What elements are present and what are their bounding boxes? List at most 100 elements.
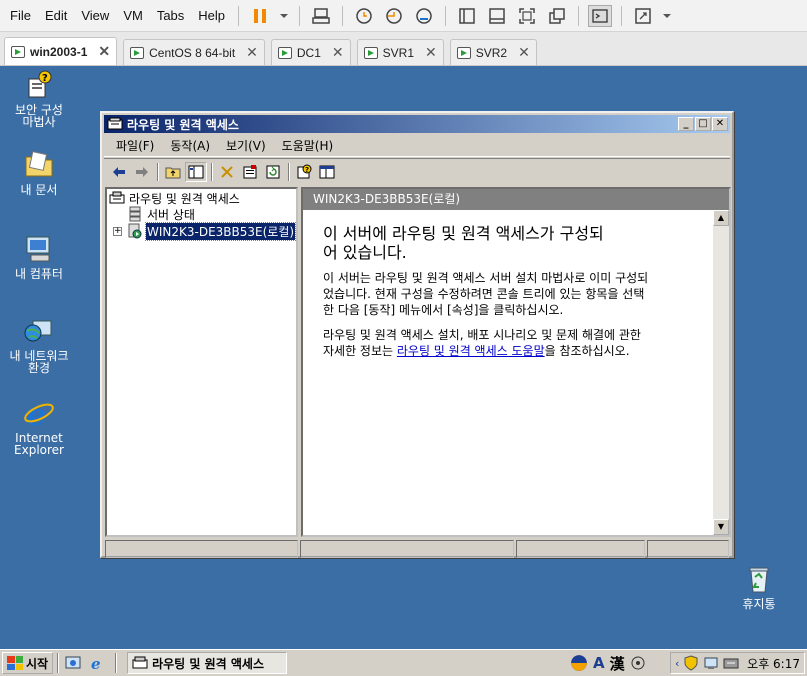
fullscreen-icon[interactable] xyxy=(515,5,539,27)
tab-centos-8[interactable]: CentOS 8 64-bit ✕ xyxy=(123,39,265,65)
expand-icon[interactable]: + xyxy=(113,226,122,236)
desktop-icon-my-computer[interactable]: 내 컴퓨터 xyxy=(0,233,78,280)
menu-tabs[interactable]: Tabs xyxy=(150,8,191,23)
tree-item-label: 라우팅 및 원격 액세스 xyxy=(129,191,240,206)
ime-hanja-indicator[interactable]: 漢 xyxy=(610,653,625,674)
menu-file[interactable]: File xyxy=(3,8,38,23)
ime-settings-icon[interactable] xyxy=(630,655,646,671)
desktop-icon-internet-explorer[interactable]: e Internet Explorer xyxy=(0,397,78,456)
terminal-icon[interactable] xyxy=(588,4,613,27)
toolbar-separator xyxy=(445,5,447,26)
snapshot-icon[interactable] xyxy=(352,5,376,27)
window-titlebar[interactable]: 라우팅 및 원격 액세스 _ □ ✕ xyxy=(104,115,730,133)
rras-app-icon xyxy=(109,191,125,204)
ime-mode-icon[interactable] xyxy=(570,654,588,672)
ime-alpha-indicator[interactable]: A xyxy=(593,654,605,672)
back-arrow-icon[interactable] xyxy=(108,162,130,182)
close-icon[interactable]: ✕ xyxy=(246,44,258,61)
snapshot-manager-icon[interactable] xyxy=(412,5,436,27)
clock[interactable]: 오후 6:17 xyxy=(747,655,800,672)
desktop-icon-label: 보안 구성 마법사 xyxy=(15,103,63,129)
up-folder-icon[interactable] xyxy=(162,162,184,182)
maximize-button[interactable]: □ xyxy=(695,117,711,131)
server-status-icon xyxy=(129,206,141,222)
desktop-icon-label: Internet Explorer xyxy=(14,431,64,457)
chevron-down-icon[interactable] xyxy=(661,5,673,27)
vm-running-icon xyxy=(456,46,471,59)
stretch-icon[interactable] xyxy=(631,5,655,27)
tree-item-rras-root[interactable]: 라우팅 및 원격 액세스 xyxy=(109,190,240,206)
menu-help[interactable]: 도움말(H) xyxy=(274,137,342,154)
tab-dc1[interactable]: DC1 ✕ xyxy=(270,39,351,65)
toolbar-separator xyxy=(621,5,623,26)
help-paragraph: 라우팅 및 원격 액세스 설치, 배포 시나리오 및 문제 해결에 관한 자세한… xyxy=(323,327,703,359)
taskbar-separator xyxy=(115,653,118,673)
info-paragraph: 이 서버는 라우팅 및 원격 액세스 서버 설치 마법사로 이미 구성되 었습니… xyxy=(323,270,703,318)
tab-label: DC1 xyxy=(296,45,321,60)
toolbar-separator xyxy=(578,5,580,26)
tree-item-label: WIN2K3-DE3BB53E(로컬) xyxy=(144,221,297,241)
desktop-icon-recycle-bin[interactable]: 휴지통 xyxy=(720,563,798,610)
close-icon[interactable]: ✕ xyxy=(332,44,344,61)
chevron-down-icon[interactable] xyxy=(278,5,290,27)
sidebar-toggle-icon[interactable] xyxy=(455,5,479,27)
status-panel xyxy=(300,540,514,558)
menu-help[interactable]: Help xyxy=(191,8,232,23)
close-icon[interactable]: ✕ xyxy=(425,44,437,61)
menu-view[interactable]: 보기(V) xyxy=(218,137,274,154)
menu-vm[interactable]: VM xyxy=(116,8,150,23)
tree-item-server-status[interactable]: 서버 상태 xyxy=(127,206,195,222)
computer-icon xyxy=(23,233,55,265)
desktop-icon-my-documents[interactable]: 내 문서 xyxy=(0,149,78,196)
internet-explorer-icon[interactable]: e xyxy=(87,653,107,673)
refresh-icon[interactable] xyxy=(262,162,284,182)
forward-arrow-icon[interactable] xyxy=(131,162,153,182)
taskbar-item-rras[interactable]: 라우팅 및 원격 액세스 xyxy=(127,652,288,674)
rras-help-link[interactable]: 라우팅 및 원격 액세스 도움말 xyxy=(397,344,545,358)
show-hide-tree-icon[interactable] xyxy=(185,161,207,182)
tab-label: SVR1 xyxy=(382,45,414,60)
status-bar xyxy=(105,540,729,558)
desktop-icon-network[interactable]: 내 네트워크 환경 xyxy=(0,315,78,374)
svg-text:e: e xyxy=(91,655,101,671)
minimize-button[interactable]: _ xyxy=(678,117,694,131)
close-icon[interactable]: ✕ xyxy=(98,43,110,60)
vmware-tools-icon[interactable] xyxy=(723,655,739,671)
tray-chevron-icon[interactable]: ‹ xyxy=(675,657,679,670)
pause-icon[interactable] xyxy=(248,5,272,27)
tab-svr1[interactable]: SVR1 ✕ xyxy=(356,39,444,65)
network-tray-icon[interactable] xyxy=(703,655,719,671)
vm-running-icon xyxy=(130,46,145,59)
system-tray: ‹ 오후 6:17 xyxy=(670,652,805,674)
properties-icon[interactable] xyxy=(239,162,261,182)
close-button[interactable]: ✕ xyxy=(712,117,728,131)
security-shield-icon[interactable] xyxy=(683,655,699,671)
tree-item-server[interactable]: + WIN2K3-DE3BB53E(로컬) xyxy=(113,221,297,241)
desktop-icon-security-wizard[interactable]: ? 보안 구성 마법사 xyxy=(0,69,78,128)
guest-desktop: ? 보안 구성 마법사 내 문서 내 컴퓨터 내 네트워크 환경 e Inter… xyxy=(0,67,807,649)
language-bar: A 漢 xyxy=(570,652,646,674)
tab-svr2[interactable]: SVR2 ✕ xyxy=(449,39,537,65)
help-icon[interactable]: ? xyxy=(293,162,315,182)
toolbar-separator xyxy=(157,162,159,181)
delete-icon[interactable] xyxy=(216,162,238,182)
menu-action[interactable]: 동작(A) xyxy=(162,137,218,154)
tab-win2003-1[interactable]: win2003-1 ✕ xyxy=(4,37,118,65)
revert-snapshot-icon[interactable] xyxy=(382,5,406,27)
unity-icon[interactable] xyxy=(545,5,569,27)
console-window-icon[interactable] xyxy=(316,162,338,182)
start-button[interactable]: 시작 xyxy=(2,652,54,674)
menu-view[interactable]: View xyxy=(74,8,116,23)
menu-edit[interactable]: Edit xyxy=(38,8,74,23)
show-desktop-icon[interactable] xyxy=(63,653,83,673)
internet-explorer-icon: e xyxy=(23,397,55,433)
scroll-down-button[interactable]: ▼ xyxy=(713,519,729,535)
vertical-scrollbar[interactable]: ▲ ▼ xyxy=(713,210,729,535)
menu-file[interactable]: 파일(F) xyxy=(108,137,162,154)
console-view-icon[interactable] xyxy=(485,5,509,27)
close-icon[interactable]: ✕ xyxy=(518,44,530,61)
scroll-up-button[interactable]: ▲ xyxy=(713,210,729,226)
vm-running-icon xyxy=(11,45,25,58)
server-running-icon xyxy=(128,223,142,239)
send-ctrl-alt-del-icon[interactable] xyxy=(309,5,333,27)
